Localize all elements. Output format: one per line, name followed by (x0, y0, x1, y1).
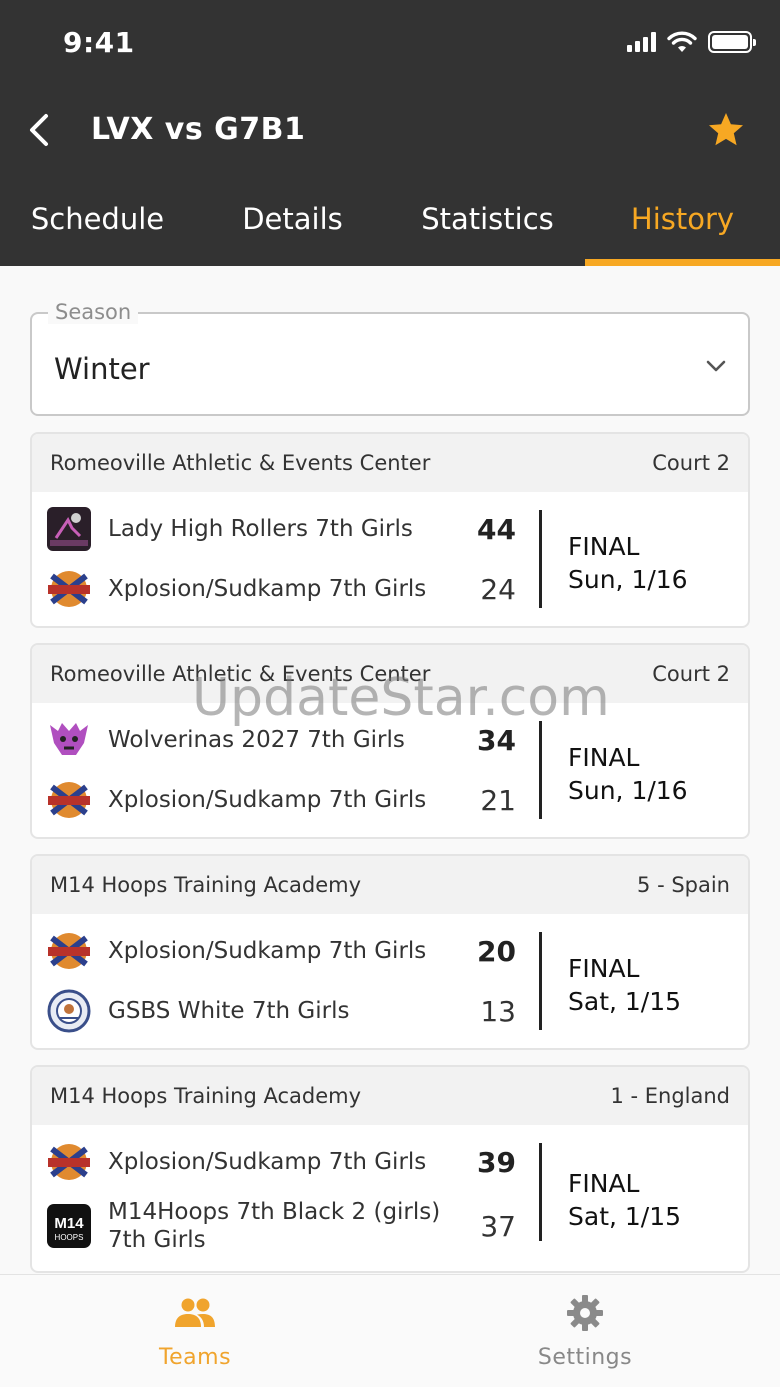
score-divider (539, 1143, 542, 1241)
svg-text:HOOPS: HOOPS (55, 1233, 84, 1242)
game-date: Sun, 1/16 (568, 776, 688, 805)
game-date: Sat, 1/15 (568, 1202, 682, 1231)
team-name: Wolverinas 2027 7th Girls (108, 727, 405, 753)
tab-settings-label: Settings (537, 1345, 633, 1370)
tab-teams[interactable]: Teams (0, 1275, 390, 1387)
score-divider (539, 932, 542, 1030)
tab-teams-label: Teams (158, 1345, 232, 1370)
venue-name: Romeoville Athletic & Events Center (50, 451, 431, 475)
game-result: FINAL Sun, 1/16 (568, 530, 688, 596)
battery-icon (708, 31, 756, 53)
game-card[interactable]: Romeoville Athletic & Events Center Cour… (30, 643, 750, 839)
tab-bar-top: Schedule Details Statistics History (0, 188, 780, 266)
people-icon (175, 1298, 215, 1327)
team-score: 44 (477, 512, 516, 546)
team-row: Xplosion/Sudkamp 7th Girls 24 (46, 564, 516, 614)
status-icons (627, 30, 756, 54)
season-select[interactable]: Season Winter (30, 300, 750, 416)
tab-history[interactable]: History (585, 188, 780, 266)
game-card-header: Romeoville Athletic & Events Center Cour… (32, 434, 748, 492)
court-name: 1 - England (610, 1084, 730, 1108)
svg-text:M14: M14 (54, 1215, 84, 1232)
team-name: Xplosion/Sudkamp 7th Girls (108, 576, 427, 602)
game-result: FINAL Sun, 1/16 (568, 741, 688, 807)
score-divider (539, 721, 542, 819)
team-row: M14 HOOPS M14Hoops 7th Black 2 (girls) 7… (46, 1191, 516, 1261)
favorite-star-icon[interactable] (706, 110, 746, 150)
xplosion-logo-icon (46, 566, 92, 612)
team-score: 34 (477, 723, 516, 757)
game-card[interactable]: Romeoville Athletic & Events Center Cour… (30, 432, 750, 628)
gear-icon (567, 1295, 603, 1331)
game-history-list: Romeoville Athletic & Events Center Cour… (30, 432, 750, 1288)
tab-schedule[interactable]: Schedule (0, 188, 195, 266)
season-label: Season (48, 300, 139, 324)
season-value: Winter (54, 352, 150, 386)
team-score: 24 (480, 572, 516, 606)
game-card-header: M14 Hoops Training Academy 5 - Spain (32, 856, 748, 914)
team-score: 21 (480, 783, 516, 817)
page-title: LVX vs G7B1 (91, 112, 306, 147)
venue-name: M14 Hoops Training Academy (50, 1084, 362, 1108)
court-name: 5 - Spain (637, 873, 730, 897)
team-name: M14Hoops 7th Black 2 (girls) 7th Girls (108, 1199, 441, 1253)
app-header: 9:41 LVX vs G7B1 Schedule Details Statis… (0, 0, 780, 266)
game-date: Sat, 1/15 (568, 987, 682, 1016)
wolverinas-logo-icon (46, 717, 92, 763)
chevron-down-icon (706, 360, 726, 372)
xplosion-logo-icon (46, 1139, 92, 1185)
court-name: Court 2 (652, 662, 730, 686)
team-score: 13 (480, 994, 516, 1028)
game-status: FINAL (568, 743, 640, 772)
game-card[interactable]: M14 Hoops Training Academy 1 - England X… (30, 1065, 750, 1273)
tab-statistics[interactable]: Statistics (390, 188, 585, 266)
team-name: Xplosion/Sudkamp 7th Girls (108, 1149, 427, 1175)
game-status: FINAL (568, 1169, 640, 1198)
team-row: Xplosion/Sudkamp 7th Girls 20 (46, 926, 516, 976)
xplosion-logo-icon (46, 928, 92, 974)
game-card-header: M14 Hoops Training Academy 1 - England (32, 1067, 748, 1125)
nav-bar: LVX vs G7B1 (0, 100, 780, 160)
gsbs-logo-icon (46, 988, 92, 1034)
status-time: 9:41 (63, 26, 135, 59)
back-arrow-icon[interactable] (22, 110, 58, 150)
score-divider (539, 510, 542, 608)
venue-name: Romeoville Athletic & Events Center (50, 662, 431, 686)
team-name: GSBS White 7th Girls (108, 998, 350, 1024)
status-bar: 9:41 (0, 0, 780, 88)
bottom-tab-bar: Teams Settings (0, 1274, 780, 1387)
team-name: Xplosion/Sudkamp 7th Girls (108, 938, 427, 964)
team-name: Xplosion/Sudkamp 7th Girls (108, 787, 427, 813)
wifi-icon (667, 31, 697, 52)
game-status: FINAL (568, 954, 640, 983)
game-result: FINAL Sat, 1/15 (568, 952, 681, 1018)
game-result: FINAL Sat, 1/15 (568, 1167, 681, 1233)
court-name: Court 2 (652, 451, 730, 475)
tab-settings-bottom[interactable]: Settings (390, 1275, 780, 1387)
venue-name: M14 Hoops Training Academy (50, 873, 362, 897)
team-row: Wolverinas 2027 7th Girls 34 (46, 715, 516, 765)
team-name: Lady High Rollers 7th Girls (108, 516, 413, 542)
team-score: 39 (477, 1145, 516, 1179)
high-rollers-logo-icon (46, 506, 92, 552)
team-row: Xplosion/Sudkamp 7th Girls 39 (46, 1137, 516, 1187)
game-status: FINAL (568, 532, 640, 561)
tab-details[interactable]: Details (195, 188, 390, 266)
cellular-signal-icon (627, 32, 656, 52)
team-row: GSBS White 7th Girls 13 (46, 986, 516, 1036)
team-score: 37 (480, 1209, 516, 1243)
xplosion-logo-icon (46, 777, 92, 823)
game-card-header: Romeoville Athletic & Events Center Cour… (32, 645, 748, 703)
team-row: Lady High Rollers 7th Girls 44 (46, 504, 516, 554)
m14-hoops-logo-icon: M14 HOOPS (46, 1203, 92, 1249)
team-row: Xplosion/Sudkamp 7th Girls 21 (46, 775, 516, 825)
game-date: Sun, 1/16 (568, 565, 688, 594)
game-card[interactable]: M14 Hoops Training Academy 5 - Spain Xpl… (30, 854, 750, 1050)
team-score: 20 (477, 934, 516, 968)
